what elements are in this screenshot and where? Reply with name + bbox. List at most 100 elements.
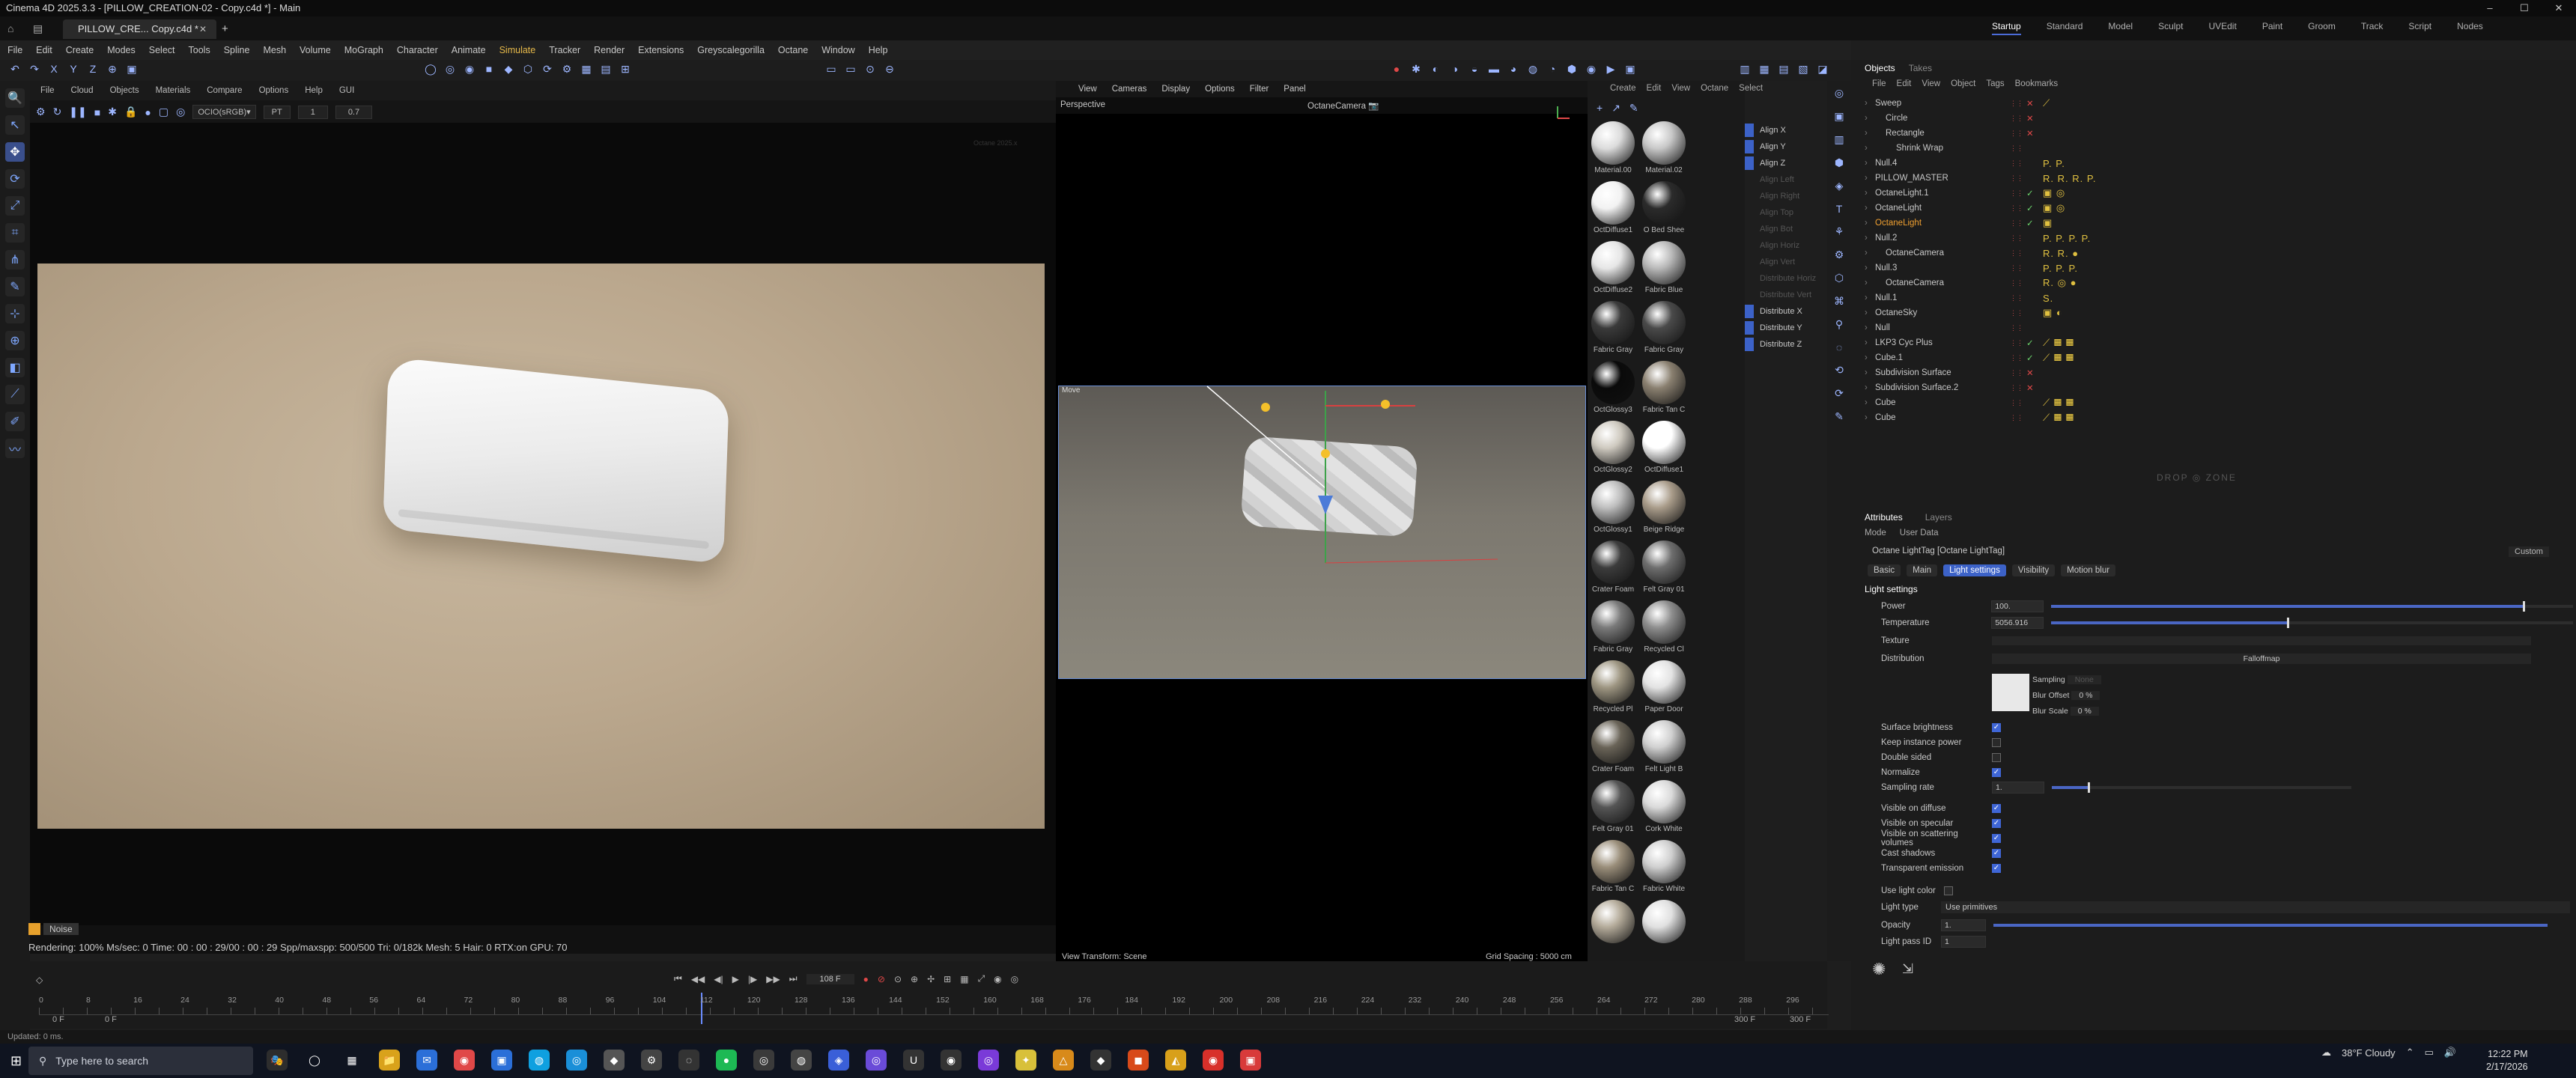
material-item[interactable]: Fabric Gray	[1589, 301, 1637, 361]
taskbar-app-icon[interactable]: ◎	[978, 1050, 999, 1071]
expand-icon[interactable]: ›	[1865, 278, 1886, 287]
checkbox[interactable]: ✓	[1992, 723, 2001, 732]
material-item[interactable]: Felt Gray 01	[1640, 540, 1688, 600]
menu-mograph[interactable]: MoGraph	[344, 45, 383, 55]
home-icon[interactable]: ⌂	[7, 22, 13, 34]
align-item[interactable]: Distribute Y	[1745, 321, 1827, 335]
toolbar-icon[interactable]: Y	[66, 63, 81, 76]
taskbar-app-icon[interactable]: ◭	[1165, 1050, 1186, 1071]
sampling-rate-field[interactable]: 1.	[1992, 782, 2044, 794]
texture-slot[interactable]	[1992, 636, 2531, 645]
object-tags[interactable]: P. P. P. P.	[2043, 233, 2091, 244]
viewport-camera[interactable]: OctaneCamera 📷	[1307, 100, 1379, 111]
visibility-dots-icon[interactable]: ⋮⋮	[2010, 174, 2026, 183]
object-menu-view[interactable]: View	[1922, 79, 1940, 88]
transport-icon[interactable]: ▶	[732, 974, 739, 984]
settings-icon[interactable]: ✱	[108, 106, 117, 118]
tab-objects[interactable]: Objects	[1865, 63, 1895, 73]
expand-icon[interactable]: ›	[1865, 99, 1875, 108]
tool-icon[interactable]: ⟋	[5, 385, 25, 404]
key-icon[interactable]: ⊙	[894, 974, 902, 984]
viewer-menu-gui[interactable]: GUI	[339, 86, 354, 95]
object-tags[interactable]: ⟋ ▦ ▦	[2043, 412, 2074, 424]
toolbar-icon[interactable]: ◆	[501, 63, 516, 76]
light-color-checkbox[interactable]	[1944, 886, 1953, 895]
checkbox[interactable]	[1992, 738, 2001, 747]
taskbar-app-icon[interactable]: ◉	[454, 1050, 475, 1071]
add-icon[interactable]: +	[1597, 102, 1603, 115]
pick-icon[interactable]: ◎	[176, 106, 185, 118]
toolbar-icon[interactable]: ⟳	[540, 63, 555, 76]
close-button[interactable]: ✕	[2542, 0, 2576, 16]
new-tab-icon[interactable]: +	[222, 22, 228, 35]
menu-simulate[interactable]: Simulate	[499, 45, 536, 55]
object-tags[interactable]: ⟋	[2043, 97, 2050, 109]
toolbar-icon[interactable]: ◐	[1428, 63, 1443, 76]
checkbox[interactable]: ✓	[1992, 834, 2001, 843]
current-frame-field[interactable]: 108 F	[806, 973, 854, 984]
material-item[interactable]: Crater Foam	[1589, 720, 1637, 780]
maximize-button[interactable]: ☐	[2507, 0, 2542, 16]
layout-groom[interactable]: Groom	[2308, 21, 2336, 35]
blur-offset-field[interactable]: 0 %	[2071, 691, 2100, 700]
side-tool-icon[interactable]: ◎	[1835, 87, 1844, 100]
power-field[interactable]: 100.	[1991, 600, 2044, 612]
side-tool-icon[interactable]: ⟲	[1835, 364, 1844, 377]
object-row[interactable]: › OctaneLight.1 ⋮⋮ ✓ ▣ ◎	[1865, 186, 2539, 201]
material-item[interactable]: OctDiffuse1	[1589, 181, 1637, 241]
attr-tab-attributes[interactable]: Attributes	[1865, 512, 1903, 523]
taskbar-app-icon[interactable]: ▦	[341, 1050, 362, 1071]
opacity-field[interactable]: 1.	[1941, 919, 1986, 931]
toolbar-icon[interactable]: ▣	[124, 63, 139, 76]
tool-icon[interactable]: ⊕	[5, 331, 25, 350]
object-row[interactable]: › PILLOW_MASTER ⋮⋮ R. R. R. P.	[1865, 171, 2539, 186]
taskbar-app-icon[interactable]: ◌	[678, 1050, 699, 1071]
side-tool-icon[interactable]: ⚲	[1835, 318, 1843, 331]
toolbar-icon[interactable]: ▥	[1737, 63, 1752, 76]
tool-icon[interactable]: ⊹	[5, 304, 25, 323]
toolbar-icon[interactable]: ◔	[1545, 63, 1560, 76]
viewport-menu-filter[interactable]: Filter	[1250, 85, 1269, 94]
transport-icon[interactable]: ◀◀	[691, 974, 705, 984]
visibility-dots-icon[interactable]: ⋮⋮	[2010, 159, 2026, 168]
material-menu-view[interactable]: View	[1671, 84, 1690, 93]
object-tags[interactable]: R. R. ●	[2043, 248, 2079, 259]
taskbar-app-icon[interactable]: ◉	[1203, 1050, 1224, 1071]
start-icon[interactable]: ⊞	[10, 1053, 22, 1069]
disabled-x-icon[interactable]: ✕	[2026, 128, 2037, 138]
taskbar-app-icon[interactable]: ◎	[753, 1050, 774, 1071]
material-item[interactable]: Recycled Cl	[1640, 600, 1688, 660]
visibility-dots-icon[interactable]: ⋮⋮	[2010, 324, 2026, 332]
side-tool-icon[interactable]: ⌘	[1834, 295, 1844, 308]
viewer-menu-file[interactable]: File	[40, 86, 55, 95]
temperature-field[interactable]: 5056.916	[1991, 617, 2044, 629]
checkbox[interactable]	[1992, 753, 2001, 762]
menu-modes[interactable]: Modes	[107, 45, 136, 55]
material-item[interactable]: OctGlossy1	[1589, 481, 1637, 540]
object-row[interactable]: › LKP3 Cyc Plus ⋮⋮ ✓ ⟋ ▦ ▦	[1865, 335, 2539, 350]
tool-icon[interactable]: ✥	[5, 142, 25, 162]
object-row[interactable]: › Null.2 ⋮⋮ P. P. P. P.	[1865, 231, 2539, 246]
key-icon[interactable]: ◎	[1011, 974, 1018, 984]
expand-icon[interactable]: ›	[1865, 383, 1875, 392]
checkbox[interactable]: ✓	[1992, 849, 2001, 858]
material-menu-edit[interactable]: Edit	[1647, 84, 1662, 93]
object-row[interactable]: › Cube ⋮⋮ ⟋ ▦ ▦	[1865, 395, 2539, 410]
light-pass-field[interactable]: 1	[1941, 936, 1986, 948]
diamond-icon[interactable]: ◇	[36, 975, 43, 985]
object-row[interactable]: › Null.1 ⋮⋮ S.	[1865, 290, 2539, 305]
material-item[interactable]: Cork White	[1640, 780, 1688, 840]
object-tags[interactable]: ⟋ ▦ ▦	[2043, 397, 2074, 409]
close-tab-icon[interactable]: ✕	[199, 24, 207, 34]
object-row[interactable]: › OctaneLight ⋮⋮ ✓ ▣ ◎	[1865, 201, 2539, 216]
side-tool-icon[interactable]: ⚘	[1835, 225, 1844, 238]
taskbar-app-icon[interactable]: ◈	[828, 1050, 849, 1071]
toolbar-icon[interactable]: ⊙	[863, 63, 878, 76]
expand-icon[interactable]: ›	[1865, 249, 1886, 258]
toolbar-icon[interactable]: ◉	[1584, 63, 1599, 76]
menu-create[interactable]: Create	[66, 45, 94, 55]
arrow-icon[interactable]: ↗	[1611, 102, 1620, 115]
refresh-icon[interactable]: ↻	[53, 106, 62, 118]
expand-icon[interactable]: ›	[1865, 129, 1886, 138]
move-gizmo[interactable]	[1198, 383, 1513, 570]
